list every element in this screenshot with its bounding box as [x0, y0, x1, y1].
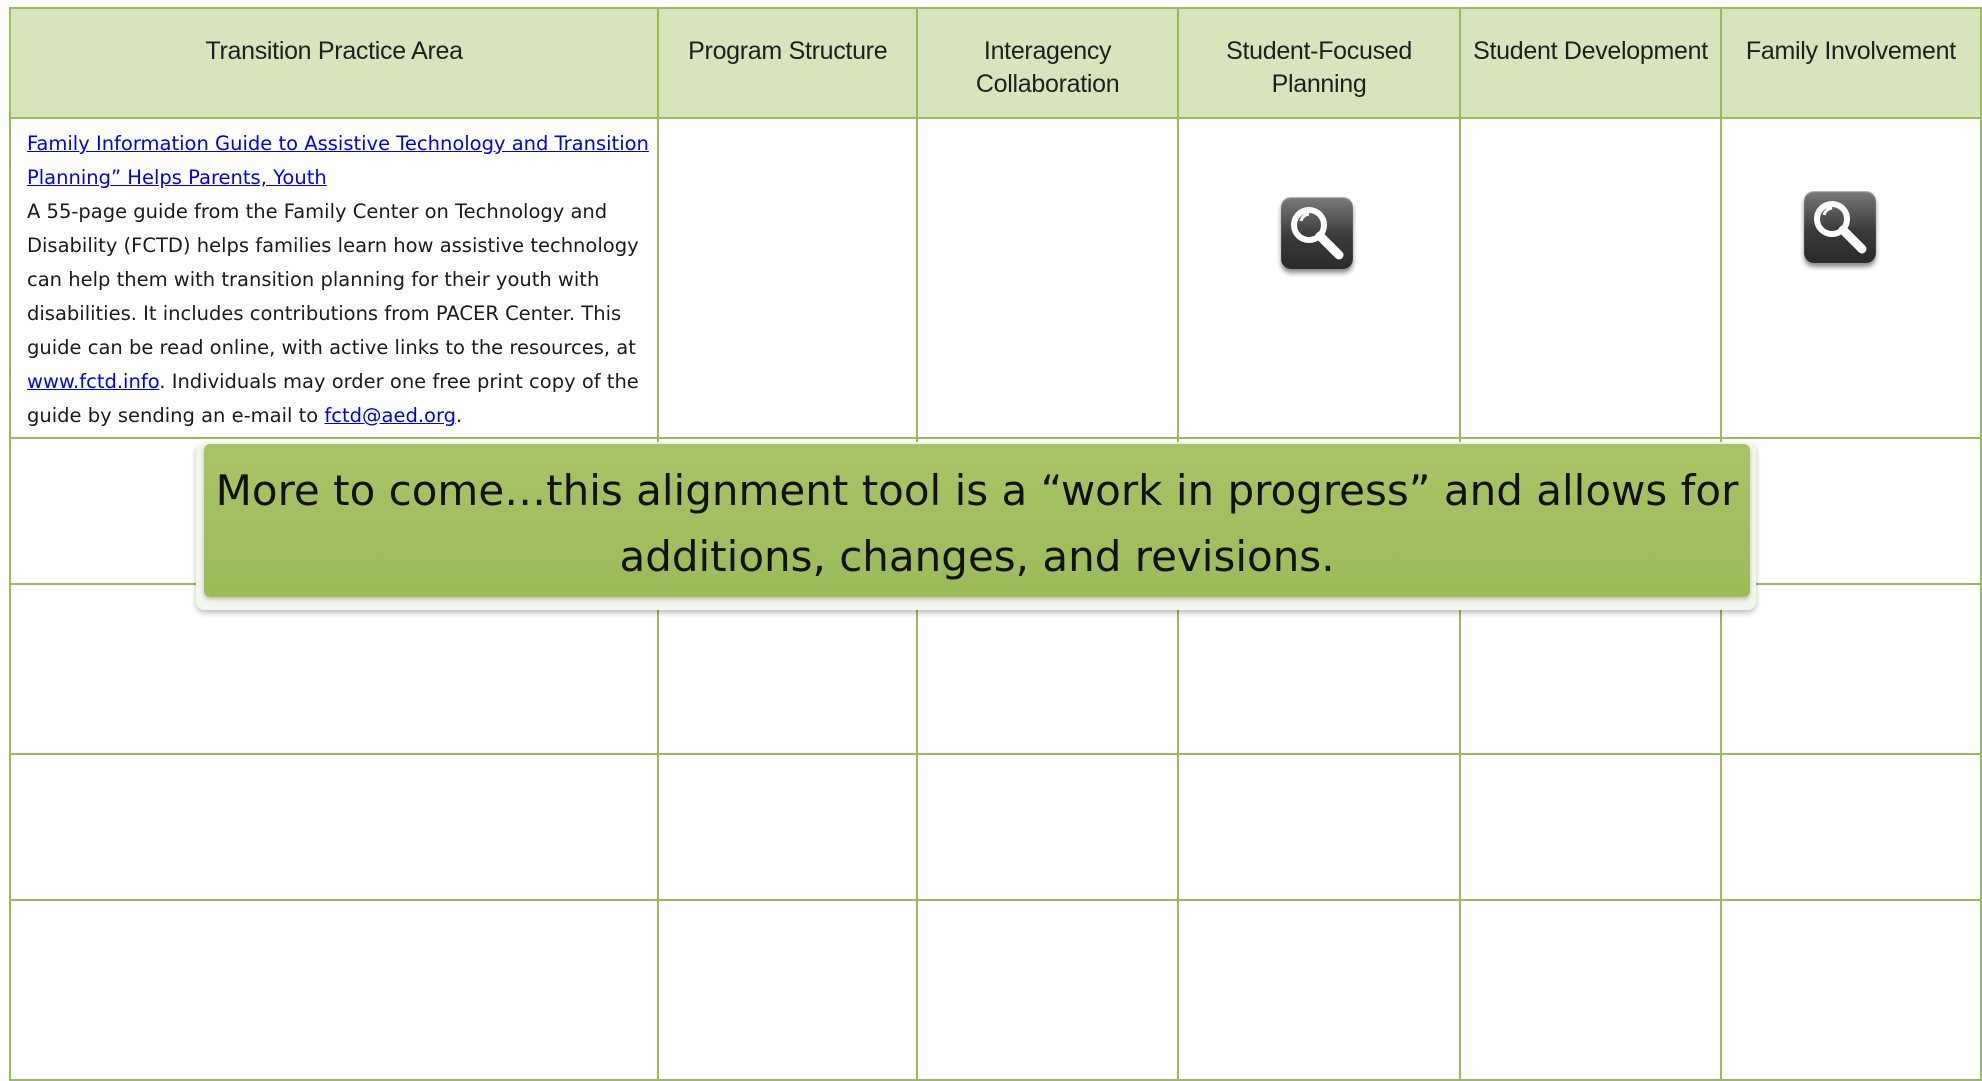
- resource-entry: Family Information Guide to Assistive Te…: [27, 132, 649, 427]
- resource-cell: Family Information Guide to Assistive Te…: [8, 117, 660, 439]
- header-interagency-collaboration: Interagency Collaboration: [916, 7, 1179, 119]
- table-cell: [1176, 117, 1462, 439]
- resource-title-link[interactable]: Family Information Guide to Assistive Te…: [27, 132, 649, 189]
- header-program-structure: Program Structure: [657, 7, 919, 119]
- magnifier-icon[interactable]: [1803, 191, 1876, 263]
- table-cell: [1719, 117, 1982, 439]
- table-row: Family Information Guide to Assistive Te…: [8, 117, 1982, 439]
- fctd-email-link[interactable]: fctd@aed.org: [324, 404, 456, 427]
- table-cell: [916, 117, 1179, 439]
- resource-description: A 55-page guide from the Family Center o…: [27, 200, 639, 359]
- banner-line-2: additions, changes, and revisions.: [619, 532, 1335, 581]
- table-row: [8, 899, 1982, 1081]
- table-cell: [1459, 117, 1722, 439]
- magnifier-icon[interactable]: [1280, 197, 1353, 269]
- table-row: [8, 753, 1982, 901]
- banner-line-1: More to come…this alignment tool is a “w…: [215, 466, 1739, 515]
- header-family-involvement: Family Involvement: [1719, 7, 1982, 119]
- header-student-development: Student Development: [1459, 7, 1722, 119]
- header-transition-practice-area: Transition Practice Area: [8, 7, 660, 119]
- table-cell: [657, 117, 919, 439]
- header-student-focused-planning: Student-Focused Planning: [1176, 7, 1462, 119]
- work-in-progress-banner: More to come…this alignment tool is a “w…: [204, 444, 1750, 597]
- fctd-website-link[interactable]: www.fctd.info: [27, 370, 159, 393]
- header-row: Transition Practice Area Program Structu…: [8, 7, 1982, 119]
